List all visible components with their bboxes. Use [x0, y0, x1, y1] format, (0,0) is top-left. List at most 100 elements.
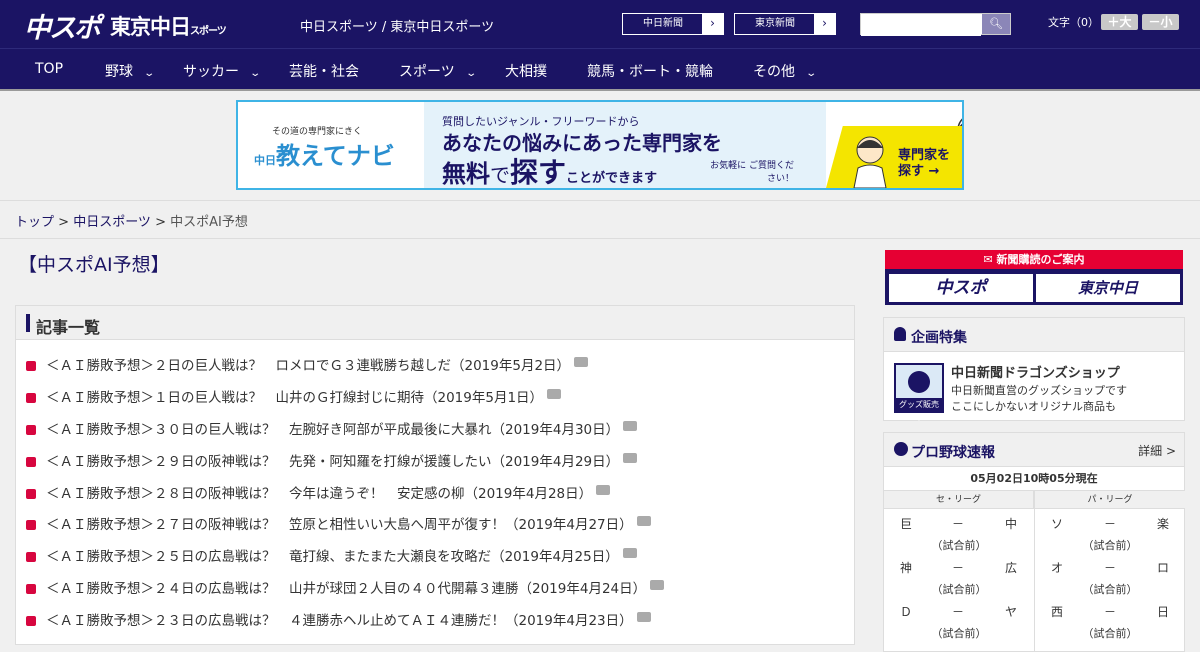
camera-icon: [636, 516, 651, 526]
article-link[interactable]: ＜ＡＩ勝敗予想＞２８日の阪神戦は？ 今年は違うぞ！ 安定感の柳（2019年4月2…: [46, 486, 592, 502]
font-size-label: 文字（0）: [1048, 16, 1099, 29]
nav-item-baseball[interactable]: 野球 ⌄: [105, 61, 155, 81]
game-status: （試合前）: [931, 583, 987, 596]
search-icon: 🔍︎: [989, 17, 1003, 30]
list-item[interactable]: ＜ＡＩ勝敗予想＞３０日の巨人戦は？ 左腕好き阿部が平成最後に大暴れ（2019年4…: [26, 418, 638, 438]
chevron-right-icon: ›: [814, 14, 835, 34]
baseball-header: プロ野球速報 詳細 >: [884, 433, 1184, 467]
article-link[interactable]: ＜ＡＩ勝敗予想＞２３日の広島戦は？ ４連勝赤ヘル止めてＡＩ４連勝だ！（2019年…: [46, 613, 633, 629]
team-away: ヤ: [1004, 605, 1017, 619]
nav-item-top[interactable]: TOP: [35, 61, 63, 77]
score: －: [951, 605, 964, 619]
list-item[interactable]: ＜ＡＩ勝敗予想＞２８日の阪神戦は？ 今年は違うぞ！ 安定感の柳（2019年4月2…: [26, 482, 611, 502]
bullet-icon: [26, 552, 36, 562]
nav-underline: [0, 89, 1200, 91]
banner-brand-name: 中日教えてナビ: [254, 136, 395, 171]
bullet-icon: [26, 584, 36, 594]
score: －: [951, 561, 964, 575]
chunichi-shimbun-button[interactable]: 中日新聞 ›: [622, 13, 724, 35]
page-title: 【中スポAI予想】: [18, 254, 170, 276]
article-link[interactable]: ＜ＡＩ勝敗予想＞２７日の阪神戦は？ 笠原と相性いい大島へ周平が復す！（2019年…: [46, 517, 633, 533]
bullet-icon: [26, 457, 36, 467]
camera-icon: [596, 485, 611, 495]
list-item[interactable]: ＜ＡＩ勝敗予想＞２日の巨人戦は？ ロメロでＧ３連戦勝ち越しだ（2019年5月2日…: [26, 354, 589, 374]
subscription-text: 新聞購読のご案内: [996, 253, 1085, 266]
team-home: 巨: [899, 517, 912, 531]
team-home: オ: [1050, 561, 1063, 575]
heading-accent-bar: [26, 314, 30, 332]
camera-icon: [547, 389, 562, 399]
central-league-label: セ・リーグ: [884, 491, 1034, 509]
search-button[interactable]: 🔍︎: [982, 14, 1010, 34]
chevron-down-icon: ⌄: [805, 68, 818, 79]
tokyo-chunichi-logo[interactable]: 東京中日スポーツ: [110, 11, 227, 41]
search-box: 🔍︎: [860, 13, 1011, 36]
chevron-down-icon: ⌄: [249, 68, 262, 79]
nav-item-entertainment[interactable]: 芸能・社会: [289, 61, 359, 81]
score: －: [1103, 605, 1116, 619]
team-away: 日: [1156, 605, 1169, 619]
nav-item-sumo[interactable]: 大相撲: [505, 61, 547, 81]
nav-item-other[interactable]: その他 ⌄: [753, 61, 818, 81]
shop-title[interactable]: 中日新聞ドラゴンズショップ: [951, 362, 1120, 381]
list-item[interactable]: ＜ＡＩ勝敗予想＞２３日の広島戦は？ ４連勝赤ヘル止めてＡＩ４連勝だ！（2019年…: [26, 609, 651, 629]
banner-cta[interactable]: 専門家を 探す →: [826, 126, 962, 188]
chunichi-shimbun-label: 中日新聞: [643, 18, 683, 29]
bullet-icon: [26, 489, 36, 499]
camera-icon: [623, 453, 638, 463]
camera-icon: [650, 580, 665, 590]
site-header: 中スポ 東京中日スポーツ 中日スポーツ / 東京中日スポーツ 中日新聞 › 東京…: [0, 0, 1200, 48]
list-item[interactable]: ＜ＡＩ勝敗予想＞２４日の広島戦は？ 山井が球団２人目の４０代開幕３連勝（2019…: [26, 577, 665, 597]
breadcrumb-top[interactable]: トップ: [15, 215, 54, 230]
bullet-icon: [26, 520, 36, 530]
article-link[interactable]: ＜ＡＩ勝敗予想＞２日の巨人戦は？ ロメロでＧ３連戦勝ち越しだ（2019年5月2日…: [46, 358, 570, 374]
breadcrumb-chunichi-sports[interactable]: 中日スポーツ: [73, 215, 151, 230]
article-link[interactable]: ＜ＡＩ勝敗予想＞２４日の広島戦は？ 山井が球団２人目の４０代開幕３連勝（2019…: [46, 581, 646, 597]
nav-item-racing[interactable]: 競馬・ボート・競輪: [587, 61, 713, 81]
article-link[interactable]: ＜ＡＩ勝敗予想＞１日の巨人戦は？ 山井のＧ打線封じに期待（2019年5月1日）: [46, 390, 543, 406]
nav-label: 大相撲: [505, 64, 547, 80]
nav-item-sports[interactable]: スポーツ ⌄: [399, 61, 477, 81]
tokyo-shimbun-label: 東京新聞: [755, 18, 795, 29]
update-time: 05月02日10時05分現在: [884, 467, 1184, 491]
subscribe-chuspo-button[interactable]: 中スポ: [889, 274, 1033, 302]
baseball-detail-link[interactable]: 詳細 >: [1138, 442, 1176, 459]
search-input[interactable]: [861, 16, 981, 36]
article-list-heading: 記事一覧: [36, 318, 101, 337]
camera-icon: [622, 548, 637, 558]
dragons-shop-thumbnail[interactable]: グッズ販売中: [894, 363, 944, 422]
tokyo-shimbun-button[interactable]: 東京新聞 ›: [734, 13, 836, 35]
chuspo-logo[interactable]: 中スポ: [24, 6, 101, 45]
ad-banner[interactable]: その道の専門家にきく 中日教えてナビ 質問したいジャンル・フリーワードから あな…: [236, 100, 964, 190]
pacific-league-label: パ・リーグ: [1035, 491, 1185, 509]
score: －: [1103, 561, 1116, 575]
banner-free: 無料: [442, 160, 490, 188]
font-larger-button[interactable]: ＋大: [1101, 14, 1138, 30]
bullet-icon: [26, 393, 36, 403]
nav-item-soccer[interactable]: サッカー ⌄: [183, 61, 262, 81]
list-item[interactable]: ＜ＡＩ勝敗予想＞１日の巨人戦は？ 山井のＧ打線封じに期待（2019年5月1日）: [26, 386, 562, 406]
baseball-scores-box: プロ野球速報 詳細 > 05月02日10時05分現在 セ・リーグ パ・リーグ 巨…: [883, 432, 1185, 652]
list-item[interactable]: ＜ＡＩ勝敗予想＞２７日の阪神戦は？ 笠原と相性いい大島へ周平が復す！（2019年…: [26, 513, 651, 533]
banner-brand-main: 教えてナビ: [276, 142, 395, 170]
bullet-icon: [26, 425, 36, 435]
game-status: （試合前）: [1082, 627, 1138, 640]
list-item[interactable]: ＜ＡＩ勝敗予想＞２５日の広島戦は？ 竜打線、またまた大瀬良を攻略だ（2019年4…: [26, 545, 637, 565]
font-smaller-button[interactable]: －小: [1142, 14, 1179, 30]
article-link[interactable]: ＜ＡＩ勝敗予想＞３０日の巨人戦は？ 左腕好き阿部が平成最後に大暴れ（2019年4…: [46, 422, 619, 438]
breadcrumb-sep: >: [54, 215, 74, 230]
subscription-label[interactable]: ✉ 新聞購読のご案内: [885, 250, 1183, 269]
thinking-person-illustration: [853, 136, 887, 188]
camera-icon: [623, 421, 638, 431]
nav-label: その他: [753, 64, 795, 80]
article-link[interactable]: ＜ＡＩ勝敗予想＞２５日の広島戦は？ 竜打線、またまた大瀬良を攻略だ（2019年4…: [46, 549, 619, 565]
nav-label: サッカー: [183, 64, 239, 80]
team-home: 西: [1050, 605, 1063, 619]
subscribe-tokyo-chunichi-button[interactable]: 東京中日: [1036, 274, 1180, 302]
list-item[interactable]: ＜ＡＩ勝敗予想＞２９日の阪神戦は？ 先発・阿知羅を打線が援護したい（2019年4…: [26, 450, 638, 470]
article-list: 記事一覧 ＜ＡＩ勝敗予想＞２日の巨人戦は？ ロメロでＧ３連戦勝ち越しだ（2019…: [15, 305, 855, 645]
article-link[interactable]: ＜ＡＩ勝敗予想＞２９日の阪神戦は？ 先発・阿知羅を打線が援護したい（2019年4…: [46, 454, 619, 470]
team-home: 神: [899, 561, 912, 575]
feature-box: 企画特集 グッズ販売中 中日新聞ドラゴンズショップ 中日新聞直営のグッズショップ…: [883, 317, 1185, 422]
league-divider: [1034, 491, 1035, 651]
